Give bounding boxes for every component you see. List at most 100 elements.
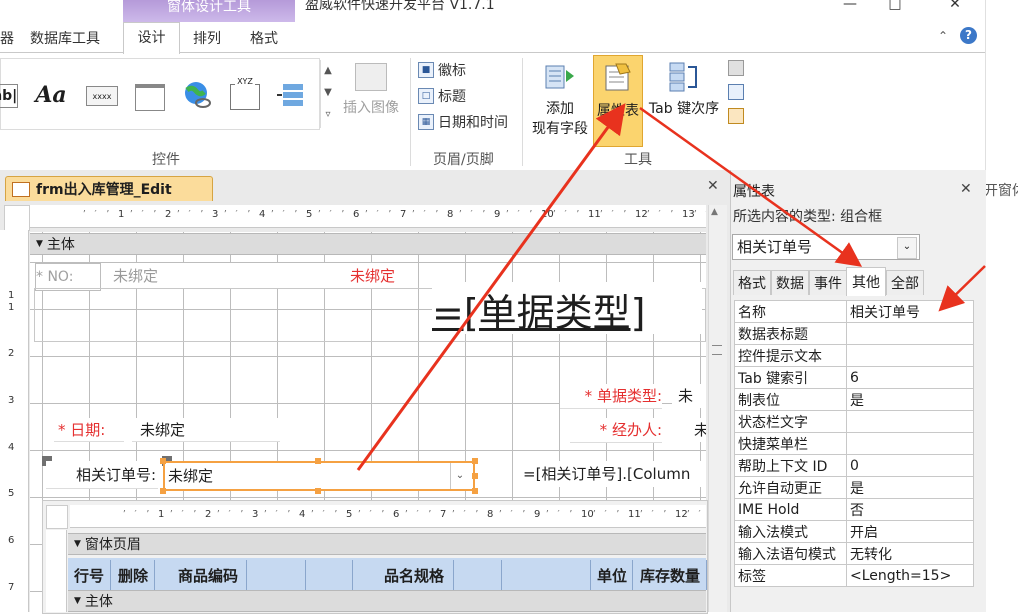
page-break-icon[interactable] <box>277 80 307 110</box>
resize-handle[interactable] <box>315 458 321 464</box>
minimize-button[interactable]: — <box>835 0 865 16</box>
date-time-button[interactable]: ▦ 日期和时间 <box>418 112 508 132</box>
resize-handle[interactable] <box>160 458 166 464</box>
tab-control-icon[interactable] <box>135 84 165 111</box>
property-row[interactable]: 输入法模式 开启 <box>734 520 974 543</box>
order-number-combobox[interactable]: 未绑定 ⌄ <box>163 461 475 491</box>
label-control-icon[interactable]: Aa <box>35 80 66 110</box>
property-sheet-close-icon[interactable]: ✕ <box>960 181 972 197</box>
property-row[interactable]: 制表位是 <box>734 388 974 411</box>
column-header-stock-qty[interactable]: 库存数量 <box>634 560 707 590</box>
property-value[interactable] <box>846 322 974 345</box>
resize-handle[interactable] <box>472 473 478 479</box>
order-column-expression[interactable]: =[相关订单号].[Column <box>517 461 706 487</box>
property-row[interactable]: 状态栏文字 <box>734 410 974 433</box>
date-label[interactable]: * 日期: <box>54 418 124 442</box>
no-label[interactable]: * NO: <box>35 263 101 291</box>
property-value[interactable]: 6 <box>846 366 974 389</box>
property-value[interactable]: 开启 <box>846 520 974 543</box>
resize-handle[interactable] <box>160 488 166 494</box>
close-window-button[interactable]: ✕ <box>940 0 970 16</box>
document-close-icon[interactable]: ✕ <box>707 178 719 194</box>
subform-body-section[interactable]: ▼ 主体 <box>68 590 706 612</box>
doc-type-textbox[interactable]: 未绑 <box>672 384 706 408</box>
textbox-control-icon[interactable]: ab| <box>0 84 18 108</box>
handler-textbox[interactable]: 未 <box>686 418 706 442</box>
property-row[interactable]: 控件提示文本 <box>734 344 974 367</box>
resize-handle[interactable] <box>315 488 321 494</box>
doc-type-expression[interactable]: =[单据类型] <box>432 282 702 335</box>
doc-type-label[interactable]: * 单据类型: <box>560 384 662 409</box>
tab-order-button[interactable]: Tab 键次序 <box>645 60 723 118</box>
selection-object-dropdown[interactable]: 相关订单号 ⌄ <box>732 234 920 260</box>
column-header-product-code[interactable]: 商品编码 <box>170 560 247 590</box>
insert-image-button[interactable]: 插入图像 <box>342 63 400 117</box>
column-header-name-spec[interactable]: 品名规格 <box>375 560 454 590</box>
property-value[interactable]: 0 <box>846 454 974 477</box>
property-value[interactable] <box>846 432 974 455</box>
tab-format[interactable]: 格式 <box>250 28 278 48</box>
form-selector[interactable] <box>4 205 30 231</box>
property-row[interactable]: 标签 <Length=15> <box>734 564 974 587</box>
tab-design[interactable]: 设计 <box>123 22 180 54</box>
view-code-icon[interactable] <box>728 84 744 100</box>
resize-handle[interactable] <box>472 488 478 494</box>
order-number-label[interactable]: 相关订单号: <box>46 461 158 489</box>
column-header-row-no[interactable]: 行号 <box>68 560 111 590</box>
tab-prop-format[interactable]: 格式 <box>733 270 771 295</box>
question-icon[interactable]: ? <box>960 27 977 44</box>
convert-macros-icon[interactable] <box>728 108 744 124</box>
document-vertical-scrollbar[interactable]: ▲ <box>708 205 727 612</box>
property-value[interactable] <box>846 344 974 367</box>
tab-prop-other[interactable]: 其他 <box>846 267 886 296</box>
maximize-button[interactable]: □ <box>880 0 910 16</box>
property-value[interactable]: 是 <box>846 388 974 411</box>
property-row[interactable]: 数据表标题 <box>734 322 974 345</box>
property-value[interactable]: 否 <box>846 498 974 521</box>
property-name: Tab 键索引 <box>734 366 847 389</box>
property-value[interactable] <box>846 410 974 433</box>
tab-prop-event[interactable]: 事件 <box>809 270 847 295</box>
property-value[interactable]: 是 <box>846 476 974 499</box>
button-control-icon[interactable]: xxxx <box>86 86 118 106</box>
gallery-scroll[interactable]: ▲ ▼ ▿ <box>320 60 335 128</box>
property-row[interactable]: Tab 键索引 6 <box>734 366 974 389</box>
property-value[interactable]: 相关订单号 <box>846 300 974 323</box>
property-sheet-button[interactable]: 属性表 <box>593 55 643 147</box>
add-existing-fields-button[interactable]: 添加 现有字段 <box>530 60 590 138</box>
subform-selector[interactable] <box>46 505 68 529</box>
handler-label[interactable]: * 经办人: <box>570 418 662 443</box>
subform-icon[interactable] <box>728 60 744 76</box>
property-value[interactable]: <Length=15> <box>846 564 974 587</box>
hyperlink-globe-icon[interactable] <box>182 80 212 110</box>
document-tab[interactable]: frm出入库管理_Edit <box>5 176 213 201</box>
section-main-header[interactable]: ▼ 主体 <box>30 233 706 255</box>
title-button[interactable]: □ 标题 <box>418 86 466 106</box>
tab-prop-all[interactable]: 全部 <box>886 270 924 295</box>
tab-prop-data[interactable]: 数据 <box>771 270 809 295</box>
tab-arrange[interactable]: 排列 <box>193 28 221 48</box>
property-row[interactable]: 输入法语句模式 无转化 <box>734 542 974 565</box>
scroll-grip-icon[interactable] <box>712 345 722 355</box>
property-row[interactable]: 允许自动更正是 <box>734 476 974 499</box>
date-textbox[interactable]: 未绑定 <box>132 418 280 442</box>
logo-button[interactable]: ■ 徽标 <box>418 60 466 80</box>
option-group-icon[interactable]: XYZ <box>230 77 260 110</box>
resize-handle[interactable] <box>472 458 478 464</box>
chevron-down-icon[interactable]: ⌄ <box>450 463 469 489</box>
subform-header-section[interactable]: ▼ 窗体页眉 <box>68 533 706 555</box>
column-header-unit[interactable]: 单位 <box>592 560 633 590</box>
tab-database-tools[interactable]: 数据库工具 <box>30 28 100 48</box>
property-row[interactable]: 帮助上下文 ID 0 <box>734 454 974 477</box>
chevron-down-icon[interactable]: ⌄ <box>897 237 917 259</box>
scroll-up-icon[interactable]: ▲ <box>711 207 718 217</box>
property-value[interactable]: 无转化 <box>846 542 974 565</box>
no-textbox[interactable]: 未绑定 <box>103 263 333 289</box>
property-row[interactable]: 名称 相关订单号 <box>734 300 974 323</box>
column-header-delete[interactable]: 删除 <box>112 560 155 590</box>
tab-partial[interactable]: 器 <box>0 28 14 48</box>
ribbon-collapse-icon[interactable]: ⌃ <box>938 29 948 43</box>
property-row[interactable]: IME Hold 否 <box>734 498 974 521</box>
property-row[interactable]: 快捷菜单栏 <box>734 432 974 455</box>
unbound-red-field[interactable]: 未绑定 <box>342 263 412 289</box>
